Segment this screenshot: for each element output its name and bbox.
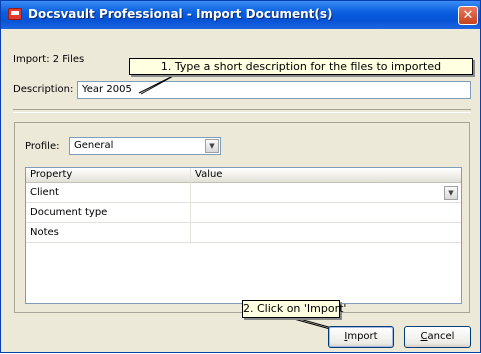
- profile-label: Profile:: [25, 141, 60, 152]
- import-dialog: Docsvault Professional - Import Document…: [0, 0, 481, 353]
- property-value[interactable]: [191, 203, 461, 222]
- import-button-label: mport: [347, 331, 378, 342]
- import-button[interactable]: Import: [328, 326, 394, 348]
- property-value[interactable]: [191, 223, 461, 242]
- chevron-down-icon[interactable]: ▼: [444, 186, 458, 200]
- callout-step-2: 2. Click on 'Import': [242, 300, 346, 318]
- column-header-value[interactable]: Value: [191, 168, 461, 183]
- property-name: Document type: [30, 207, 108, 218]
- properties-grid: Property Value Client ▼ Document type No…: [25, 167, 462, 304]
- property-name: Client: [30, 187, 59, 198]
- table-row[interactable]: Notes: [26, 223, 461, 243]
- column-header-property[interactable]: Property: [26, 168, 191, 183]
- cancel-button-accesskey: C: [420, 331, 428, 342]
- chevron-down-icon[interactable]: ▼: [205, 139, 219, 153]
- profile-selected-value: General: [74, 140, 114, 151]
- profile-select[interactable]: General ▼: [69, 137, 221, 155]
- property-value[interactable]: [191, 183, 446, 202]
- separator: [13, 109, 471, 113]
- table-row[interactable]: Client ▼: [26, 183, 461, 203]
- property-name: Notes: [30, 227, 59, 238]
- cancel-button[interactable]: Cancel: [404, 326, 471, 348]
- column-divider: [190, 168, 191, 244]
- table-row[interactable]: Document type: [26, 203, 461, 223]
- cancel-button-label: ancel: [427, 331, 455, 342]
- callout-step-1: 1. Type a short description for the file…: [129, 58, 473, 75]
